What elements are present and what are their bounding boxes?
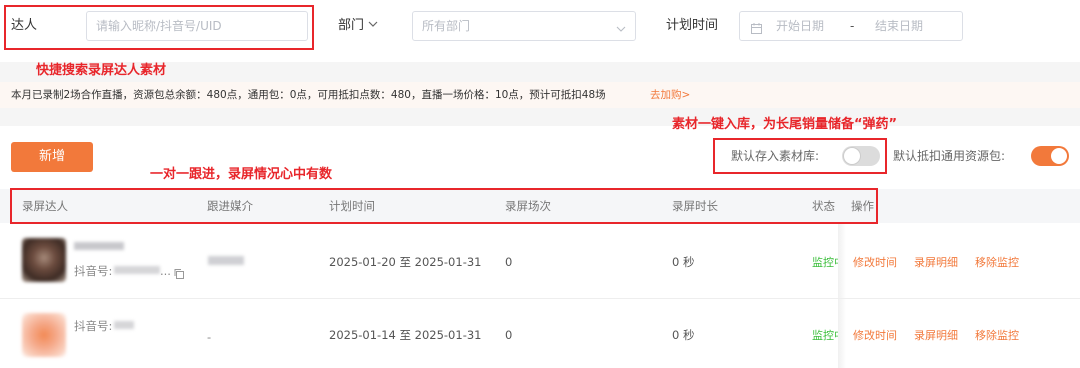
followup-annotation: 一对一跟进，录屏情况心中有数 (150, 167, 333, 182)
department-chevron-down-icon[interactable] (366, 16, 380, 30)
store-to-library-toggle[interactable] (842, 146, 880, 166)
start-date-placeholder[interactable]: 开始日期 (776, 12, 824, 40)
department-select[interactable]: 所有部门 (412, 11, 636, 41)
buy-more-link[interactable]: 去加购> (650, 86, 690, 104)
talent-search-input[interactable]: 请输入昵称/抖音号/UID (86, 11, 308, 41)
toggle-knob (844, 148, 860, 164)
modify-time-link[interactable]: 修改时间 (853, 254, 897, 270)
talent-search-placeholder: 请输入昵称/抖音号/UID (96, 19, 222, 33)
date-range-picker[interactable]: 开始日期 - 结束日期 (739, 11, 963, 41)
avatar (22, 313, 66, 357)
duration-cell: 0 秒 (672, 328, 695, 342)
header-talent: 录屏达人 (22, 199, 68, 213)
douyin-id-value (114, 266, 160, 274)
remove-monitor-link[interactable]: 移除监控 (975, 254, 1019, 270)
department-select-placeholder: 所有部门 (422, 19, 471, 33)
plan-time-filter-label: 计划时间 (666, 18, 719, 33)
library-annotation: 素材一键入库，为长尾销量储备“弹药” (672, 117, 898, 132)
douyin-id-ellipsis: ... (160, 264, 171, 278)
header-duration: 录屏时长 (672, 199, 718, 213)
status-badge: 监控中 (812, 256, 838, 269)
deduct-resource-label: 默认抵扣通用资源包: (893, 149, 1006, 163)
date-range-separator: - (850, 19, 855, 33)
remove-monitor-link[interactable]: 移除监控 (975, 327, 1019, 343)
header-media: 跟进媒介 (207, 199, 253, 213)
end-date-placeholder[interactable]: 结束日期 (875, 12, 923, 40)
info-bar-text: 本月已录制2场合作直播，资源包总余额：480点，通用包：0点，可用抵扣点数：48… (11, 89, 606, 101)
search-annotation: 快捷搜索录屏达人素材 (36, 63, 167, 78)
douyin-id-label: 抖音号: (74, 264, 113, 278)
douyin-id-label: 抖音号: (74, 319, 113, 333)
header-actions: 操作 (851, 199, 874, 213)
sessions-cell: 0 (505, 328, 513, 342)
header-sessions: 录屏场次 (505, 199, 551, 213)
section-divider-band-2 (0, 108, 1080, 126)
header-plan-time: 计划时间 (329, 199, 375, 213)
talent-filter-label: 达人 (11, 18, 38, 33)
header-status: 状态 (812, 199, 835, 213)
duration-cell: 0 秒 (672, 255, 695, 269)
record-detail-link[interactable]: 录屏明细 (914, 327, 958, 343)
store-to-library-label: 默认存入素材库: (731, 149, 820, 163)
deduct-resource-toggle[interactable] (1031, 146, 1069, 166)
add-button[interactable]: 新增 (11, 142, 93, 172)
plan-time-cell: 2025-01-14 至 2025-01-31 (329, 328, 482, 342)
sessions-cell: 0 (505, 255, 513, 269)
copy-icon[interactable] (173, 265, 185, 279)
department-filter-label: 部门 (338, 18, 365, 33)
modify-time-link[interactable]: 修改时间 (853, 327, 897, 343)
follow-media: - (207, 330, 212, 344)
status-badge: 监控中 (812, 329, 838, 342)
plan-time-cell: 2025-01-20 至 2025-01-31 (329, 255, 482, 269)
record-detail-link[interactable]: 录屏明细 (914, 254, 958, 270)
chevron-down-icon (615, 20, 627, 32)
table-row: 抖音号: - 2025-01-14 至 2025-01-31 0 0 秒 监控中… (0, 299, 1080, 368)
follow-media (208, 256, 244, 265)
calendar-icon (750, 20, 763, 34)
talent-name (74, 242, 124, 250)
table-header-highlight-box (10, 188, 878, 224)
toggle-knob (1051, 148, 1067, 164)
info-bar: 本月已录制2场合作直播，资源包总余额：480点，通用包：0点，可用抵扣点数：48… (0, 82, 1080, 108)
avatar (22, 238, 66, 282)
douyin-id-value (114, 321, 134, 329)
table-row: 抖音号: ... 2025-01-20 至 2025-01-31 0 0 秒 监… (0, 224, 1080, 298)
